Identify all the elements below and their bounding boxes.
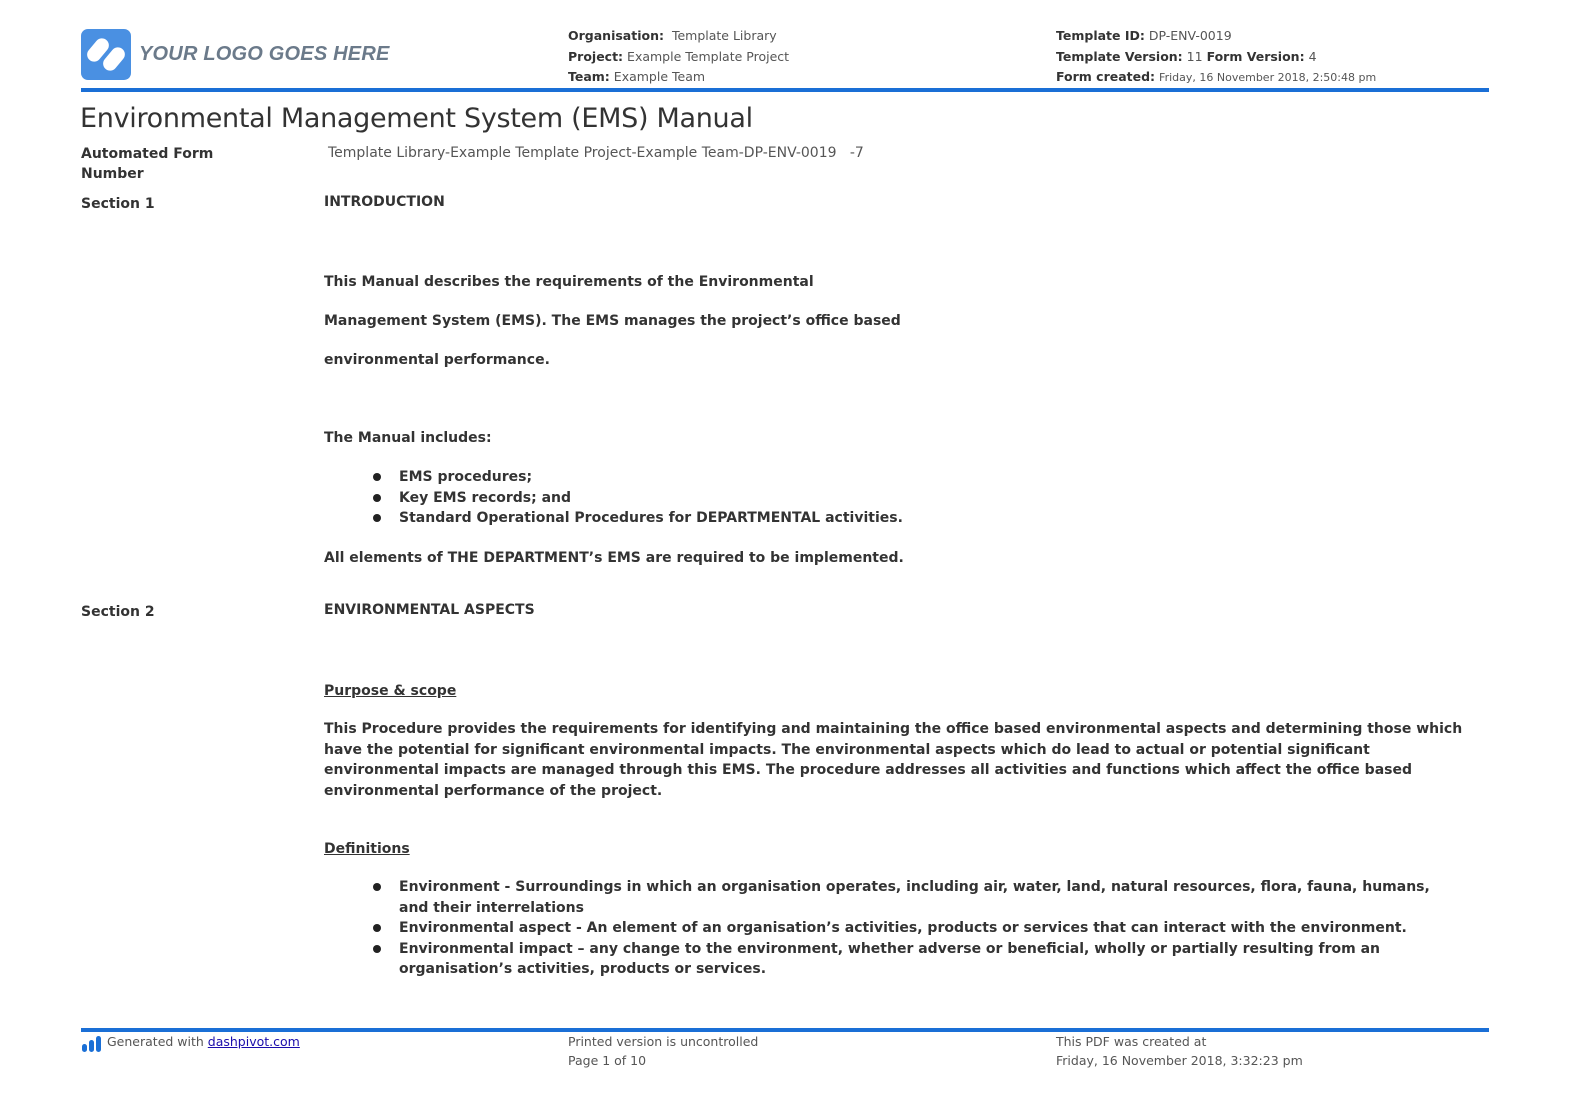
section-1-closing: All elements of THE DEPARTMENT’s EMS are… (324, 550, 904, 566)
list-item: EMS procedures; (324, 467, 1024, 488)
list-item-text: Environmental aspect - An element of an … (399, 920, 1407, 936)
definitions-list: Environment - Surroundings in which an o… (324, 877, 1454, 980)
section-1-label: Section 1 (81, 196, 155, 212)
footer-pdf-created: This PDF was created at Friday, 16 Novem… (1056, 1032, 1303, 1070)
page-number: Page 1 of 10 (568, 1053, 647, 1068)
template-id-label: Template ID: (1056, 28, 1145, 43)
list-item: Key EMS records; and (324, 488, 1024, 509)
generated-with: Generated with dashpivot.com (107, 1032, 300, 1051)
organisation-row: Organisation: Template Library (568, 26, 789, 47)
section-1-intro-line-3: environmental performance. (324, 352, 550, 368)
list-item-text: Standard Operational Procedures for DEPA… (399, 510, 903, 526)
header-divider (81, 88, 1489, 92)
footer-page-info: Printed version is uncontrolled Page 1 o… (568, 1032, 758, 1070)
bullet-icon (373, 883, 381, 891)
project-value: Example Template Project (627, 48, 790, 64)
list-item: Environmental impact – any change to the… (324, 939, 1454, 980)
header-project-info: Organisation: Template Library Project: … (568, 26, 789, 88)
bullet-icon (373, 924, 381, 932)
list-item-text: EMS procedures; (399, 469, 533, 485)
organisation-label: Organisation: (568, 28, 664, 43)
list-item: Standard Operational Procedures for DEPA… (324, 508, 1024, 529)
generated-prefix: Generated with (107, 1034, 208, 1049)
form-created-label: Form created: (1056, 69, 1156, 84)
company-logo (81, 29, 131, 80)
list-item-text: Key EMS records; and (399, 489, 572, 506)
bullet-icon (373, 944, 381, 953)
team-value: Example Team (613, 69, 706, 84)
form-version-value: 4 (1308, 48, 1317, 64)
list-item: Environment - Surroundings in which an o… (324, 877, 1454, 918)
list-item: Environmental aspect - An element of an … (324, 918, 1454, 939)
pdf-created-value: Friday, 16 November 2018, 3:32:23 pm (1056, 1053, 1303, 1068)
team-row: Team: Example Team (568, 67, 789, 88)
uncontrolled-notice: Printed version is uncontrolled (568, 1034, 759, 1049)
project-label: Project: (568, 48, 624, 64)
section-1-intro-line-1: This Manual describes the requirements o… (324, 274, 814, 290)
template-id-row: Template ID: DP-ENV-0019 (1056, 26, 1376, 47)
form-number-label: Automated Form Number (81, 146, 214, 182)
form-number-value: Template Library-Example Template Projec… (328, 145, 864, 161)
purpose-scope-text: This Procedure provides the requirements… (324, 721, 1463, 799)
form-created-row: Form created: Friday, 16 November 2018, … (1056, 67, 1376, 89)
list-item-text: Environment - Surroundings in which an o… (399, 879, 1430, 916)
template-version-value: 11 (1186, 48, 1203, 64)
team-label: Team: (568, 69, 610, 84)
bullet-icon (373, 473, 381, 481)
version-row: Template Version: 11 Form Version: 4 (1056, 47, 1376, 68)
bullet-icon (373, 493, 381, 502)
template-id-value: DP-ENV-0019 (1148, 28, 1232, 43)
organisation-value: Template Library (671, 28, 777, 43)
template-version-label: Template Version: (1056, 48, 1183, 64)
pdf-created-label: This PDF was created at (1056, 1034, 1207, 1049)
logo-s-icon (87, 38, 125, 71)
purpose-scope-heading: Purpose & scope (324, 683, 457, 699)
header-template-info: Template ID: DP-ENV-0019 Template Versio… (1056, 26, 1376, 89)
manual-includes-list: EMS procedures; Key EMS records; and Sta… (324, 467, 1024, 529)
section-1-heading: INTRODUCTION (324, 194, 445, 210)
list-item-text: Environmental impact – any change to the… (399, 940, 1380, 978)
definitions-heading: Definitions (324, 841, 410, 857)
bullet-icon (373, 514, 381, 522)
dashpivot-link[interactable]: dashpivot.com (208, 1034, 300, 1049)
dashpivot-bars-icon (82, 1036, 104, 1057)
logo-placeholder-text: YOUR LOGO GOES HERE (139, 43, 390, 65)
section-2-label: Section 2 (81, 604, 155, 620)
form-created-value: Friday, 16 November 2018, 2:50:48 pm (1159, 71, 1377, 84)
section-1-intro-line-2: Management System (EMS). The EMS manages… (324, 313, 901, 329)
manual-includes-label: The Manual includes: (324, 430, 492, 446)
form-version-label: Form Version: (1206, 48, 1305, 64)
section-2-heading: ENVIRONMENTAL ASPECTS (324, 602, 535, 618)
document-title: Environmental Management System (EMS) Ma… (80, 103, 753, 134)
project-row: Project: Example Template Project (568, 47, 789, 68)
